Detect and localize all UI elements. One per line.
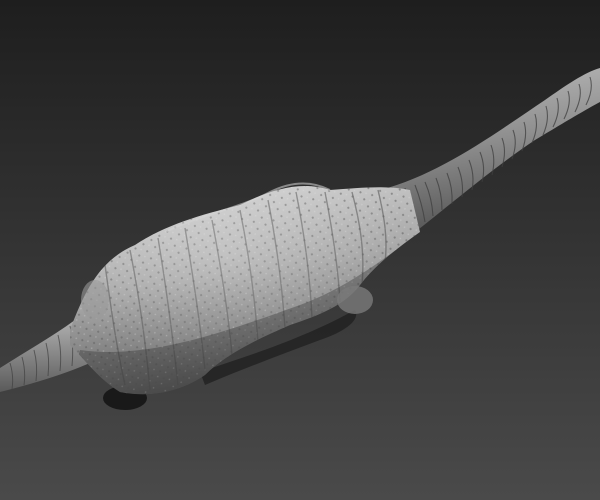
rear-bulge [337,286,373,314]
render-canvas [0,0,600,500]
viewport [0,0,600,500]
front-bulge [81,280,109,320]
